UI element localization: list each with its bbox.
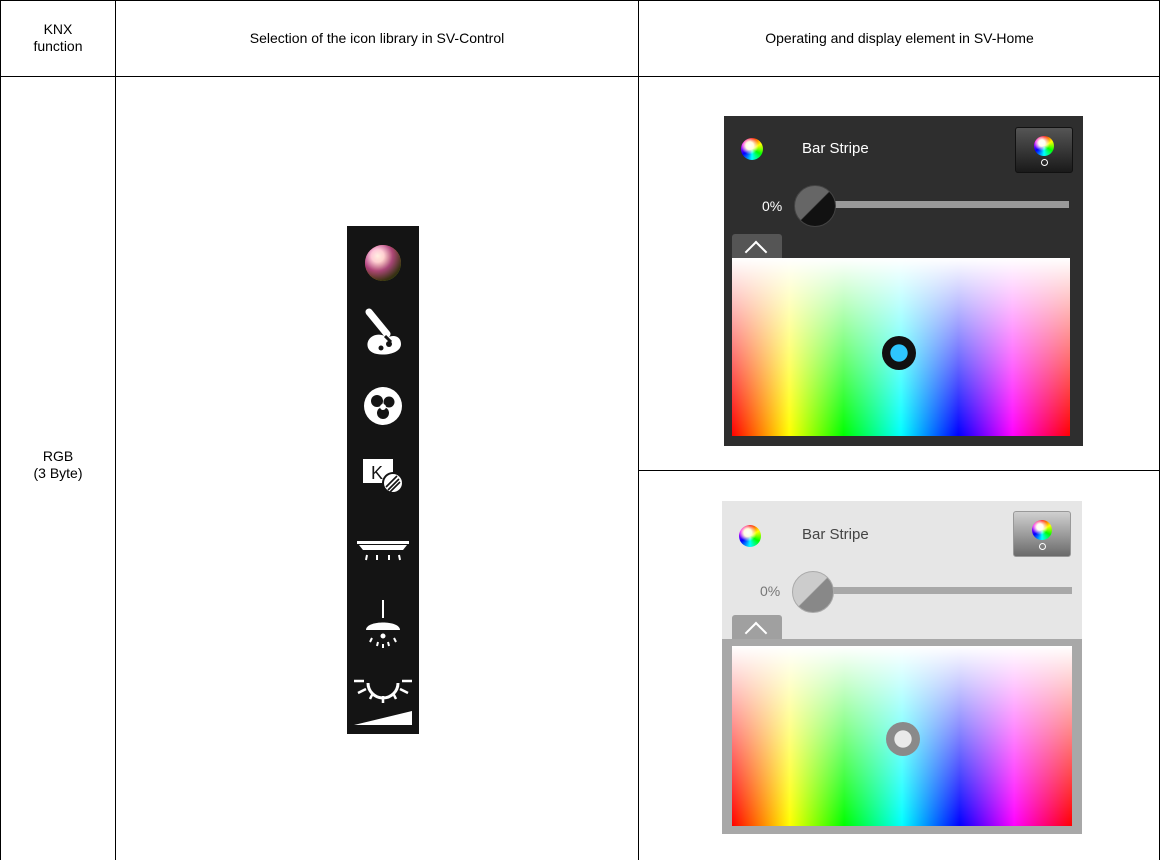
icon-library-strip: K (347, 226, 419, 734)
table-top-border (0, 0, 1160, 1)
light-widget-collapse-tab[interactable] (732, 615, 782, 645)
rgb-bytes-label: (3 Byte) (33, 465, 83, 481)
col3-row-divider (638, 470, 1160, 471)
paint-brush-icon[interactable] (347, 304, 419, 360)
header-divider (0, 76, 1160, 77)
light-widget-slider-track[interactable] (796, 587, 1072, 594)
light-button-wheel-icon (1032, 520, 1052, 540)
light-button-dot-icon (1039, 543, 1046, 550)
dark-widget-title: Bar Stripe (802, 140, 869, 157)
light-widget-color-button[interactable] (1013, 511, 1071, 557)
dark-widget-percent: 0% (762, 198, 783, 214)
light-rgb-widget: Bar Stripe 0% (722, 501, 1082, 834)
dark-widget-slider-knob[interactable] (794, 185, 836, 227)
light-widget-percent: 0% (760, 583, 781, 599)
dark-button-dot-icon (1041, 159, 1048, 166)
ceiling-light-icon[interactable] (347, 532, 419, 568)
col-divider-2 (638, 0, 639, 860)
dark-widget-color-button[interactable] (1015, 127, 1073, 173)
svg-text:K: K (371, 463, 383, 483)
light-widget-slider-knob[interactable] (792, 571, 834, 613)
light-widget-picker-marker[interactable] (886, 722, 920, 756)
color-balls-icon[interactable] (347, 382, 419, 430)
dark-button-wheel-icon (1034, 136, 1054, 156)
color-wheel-icon[interactable] (347, 240, 419, 286)
header-operating-element: Operating and display element in SV-Home (765, 30, 1034, 46)
rgb-label: RGB (42, 448, 74, 464)
col-divider-1 (115, 0, 116, 860)
header-knx-line1: KNX (43, 21, 73, 37)
table-left-border (0, 0, 1, 860)
dark-widget-picker-marker[interactable] (882, 336, 916, 370)
kelvin-icon[interactable]: K (347, 454, 419, 498)
pendant-lamp-icon[interactable] (347, 596, 419, 656)
dark-widget-slider-track[interactable] (796, 201, 1069, 208)
header-knx-line2: function (33, 38, 83, 54)
light-widget-color-icon (739, 525, 761, 547)
header-icon-library: Selection of the icon library in SV-Cont… (249, 30, 505, 46)
dark-widget-color-icon (741, 138, 763, 160)
sun-dimmer-icon[interactable] (347, 668, 419, 730)
dark-widget-collapse-tab[interactable] (732, 234, 782, 264)
header-knx-function: KNX function (1, 21, 115, 55)
dark-rgb-widget: Bar Stripe 0% (724, 116, 1083, 446)
row-function-rgb: RGB (3 Byte) (1, 448, 115, 482)
light-widget-title: Bar Stripe (802, 526, 869, 543)
